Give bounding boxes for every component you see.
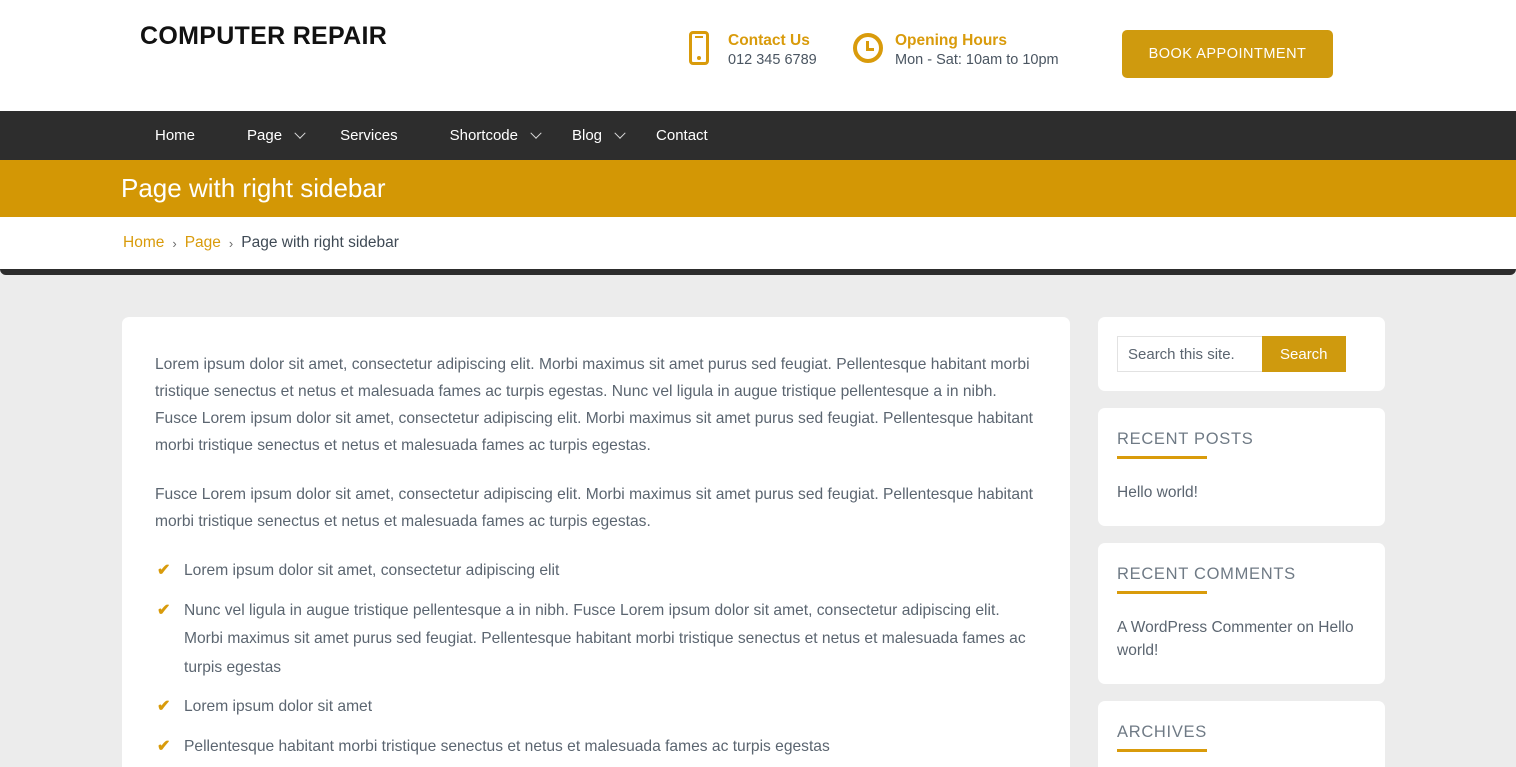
opening-hours-value: Mon - Sat: 10am to 10pm (895, 52, 1059, 68)
list-item-text: Nunc vel ligula in augue tristique pelle… (184, 601, 1026, 676)
contact-title: Contact Us (728, 32, 810, 49)
chevron-down-icon (294, 127, 306, 139)
recent-posts-widget: RECENT POSTS Hello world! (1098, 408, 1385, 526)
phone-icon (686, 31, 716, 69)
contact-phone-number[interactable]: 012 345 6789 (728, 50, 817, 71)
opening-hours-title: Opening Hours (895, 32, 1007, 49)
list-item: ✔ Lorem ipsum dolor sit amet, consectetu… (155, 557, 1037, 586)
list-item: ✔ Nunc vel ligula in augue tristique pel… (155, 597, 1037, 683)
nav-label-page: Page (247, 127, 283, 144)
sidebar: Search RECENT POSTS Hello world! RECENT … (1098, 317, 1385, 767)
page-body: Lorem ipsum dolor sit amet, consectetur … (0, 275, 1516, 767)
chevron-down-icon (530, 127, 542, 139)
check-icon: ✔ (157, 562, 171, 579)
page-banner: Page with right sidebar (0, 160, 1516, 217)
book-appointment-button[interactable]: BOOK APPOINTMENT (1122, 30, 1333, 78)
recent-comments-widget: RECENT COMMENTS A WordPress Commenter on… (1098, 543, 1385, 684)
search-input[interactable] (1117, 336, 1262, 372)
nav-item-page[interactable]: Page (247, 127, 306, 144)
clock-icon (853, 31, 883, 69)
search-button[interactable]: Search (1262, 336, 1346, 372)
checklist: ✔ Lorem ipsum dolor sit amet, consectetu… (155, 557, 1037, 761)
opening-hours-block: Opening Hours Mon - Sat: 10am to 10pm (853, 31, 1059, 71)
nav-item-contact[interactable]: Contact (656, 127, 708, 144)
search-widget: Search (1098, 317, 1385, 391)
nav-item-services[interactable]: Services (340, 127, 398, 144)
archives-title: ARCHIVES (1117, 723, 1366, 752)
nav-label-services: Services (340, 127, 398, 144)
nav-item-shortcode[interactable]: Shortcode (449, 127, 542, 144)
chevron-down-icon (614, 127, 626, 139)
nav-label-blog: Blog (571, 127, 603, 144)
list-item-text: Lorem ipsum dolor sit amet (184, 698, 373, 715)
nav-item-home[interactable]: Home (155, 127, 195, 144)
nav-label-home: Home (155, 127, 196, 144)
breadcrumb-page[interactable]: Page (185, 234, 221, 252)
recent-comments-title: RECENT COMMENTS (1117, 565, 1366, 594)
check-icon: ✔ (157, 698, 171, 715)
check-icon: ✔ (157, 601, 171, 619)
list-item: ✔ Lorem ipsum dolor sit amet (155, 693, 1037, 722)
recent-comment-item[interactable]: A WordPress Commenter on Hello world! (1117, 616, 1366, 662)
main-navigation: Home Page Services Shortcode Blog Contac… (0, 111, 1516, 160)
list-item: ✔ Pellentesque habitant morbi tristique … (155, 733, 1037, 762)
content-paragraph: Fusce Lorem ipsum dolor sit amet, consec… (155, 486, 1034, 530)
content-paragraph: Lorem ipsum dolor sit amet, consectetur … (155, 356, 1034, 454)
nav-label-contact: Contact (656, 127, 708, 144)
breadcrumb-separator: › (172, 235, 177, 251)
nav-item-blog[interactable]: Blog (571, 127, 626, 144)
site-logo[interactable]: COMPUTER REPAIR (140, 22, 387, 51)
breadcrumb-current: Page with right sidebar (241, 234, 399, 251)
breadcrumb-separator: › (228, 235, 234, 251)
breadcrumb: Home › Page › Page with right sidebar (0, 217, 1516, 269)
list-item-text: Pellentesque habitant morbi tristique se… (184, 737, 830, 755)
check-icon: ✔ (157, 737, 171, 755)
page-title: Page with right sidebar (121, 173, 386, 203)
list-item-text: Lorem ipsum dolor sit amet, consectetur … (184, 562, 560, 579)
nav-label-shortcode: Shortcode (449, 127, 518, 144)
archives-widget: ARCHIVES (1098, 701, 1385, 767)
recent-posts-title: RECENT POSTS (1117, 430, 1366, 459)
main-content-card: Lorem ipsum dolor sit amet, consectetur … (122, 317, 1070, 767)
site-header: COMPUTER REPAIR Contact Us 012 345 6789 … (0, 0, 1516, 111)
contact-info-block[interactable]: Contact Us 012 345 6789 (686, 31, 817, 71)
recent-post-link[interactable]: Hello world! (1117, 481, 1366, 504)
breadcrumb-home[interactable]: Home (123, 234, 164, 252)
